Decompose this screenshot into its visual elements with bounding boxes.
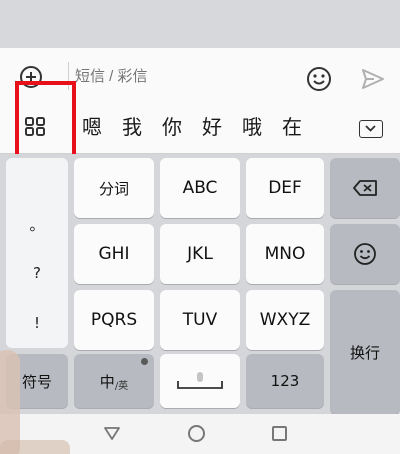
candidate-word[interactable]: 哦 (242, 112, 262, 142)
punct-key[interactable]: 。 (6, 214, 68, 235)
message-input[interactable] (68, 62, 288, 90)
lang-main-label: 中 (99, 372, 115, 391)
punct-key[interactable]: ? (6, 264, 68, 282)
sms-compose-screen: 嗯 我 你 好 哦 在 。 ? ! 分词 ABC DEF (0, 0, 400, 454)
key-pqrs[interactable]: PQRS (74, 290, 154, 350)
key-def[interactable]: DEF (246, 158, 324, 218)
key-tuv[interactable]: TUV (160, 290, 240, 350)
microphone-icon (177, 372, 223, 389)
emoji-key[interactable] (330, 224, 400, 284)
key-ghi[interactable]: GHI (74, 224, 154, 284)
lang-sub-label: /英 (114, 380, 129, 392)
punctuation-column: 。 ? ! (6, 158, 68, 348)
backspace-key[interactable] (330, 158, 400, 218)
space-key[interactable] (160, 354, 240, 408)
lang-switch-key[interactable]: 中/英 (74, 354, 154, 408)
numbers-key[interactable]: 123 (246, 354, 324, 408)
key-abc[interactable]: ABC (160, 158, 240, 218)
smiley-icon (354, 243, 376, 265)
hand-overlay (0, 440, 70, 454)
candidate-list: 嗯 我 你 好 哦 在 (82, 112, 350, 142)
key-mno[interactable]: MNO (246, 224, 324, 284)
smiley-icon[interactable] (306, 66, 332, 92)
status-dot (141, 358, 148, 365)
t9-keyboard: 。 ? ! 分词 ABC DEF GHI JKL MNO PQRS TUV WX… (0, 154, 400, 414)
send-arrow-icon[interactable] (360, 66, 386, 92)
finger-overlay (0, 350, 20, 454)
punct-key[interactable]: ! (6, 314, 68, 332)
candidate-word[interactable]: 嗯 (82, 112, 102, 142)
candidate-word[interactable]: 好 (202, 112, 222, 142)
backspace-icon (353, 180, 377, 196)
enter-key[interactable]: 换行 (330, 290, 400, 414)
candidate-word[interactable]: 我 (122, 112, 142, 142)
candidate-word[interactable]: 你 (162, 112, 182, 142)
recents-square-icon[interactable] (272, 426, 287, 441)
chevron-down-icon[interactable] (359, 120, 383, 138)
key-wxyz[interactable]: WXYZ (246, 290, 324, 350)
home-circle-icon[interactable] (188, 425, 205, 442)
chevron-down-glyph (365, 125, 376, 132)
back-triangle-icon[interactable] (104, 426, 120, 440)
key-jkl[interactable]: JKL (160, 224, 240, 284)
candidate-word[interactable]: 在 (282, 112, 302, 142)
key-fenci[interactable]: 分词 (74, 158, 154, 218)
